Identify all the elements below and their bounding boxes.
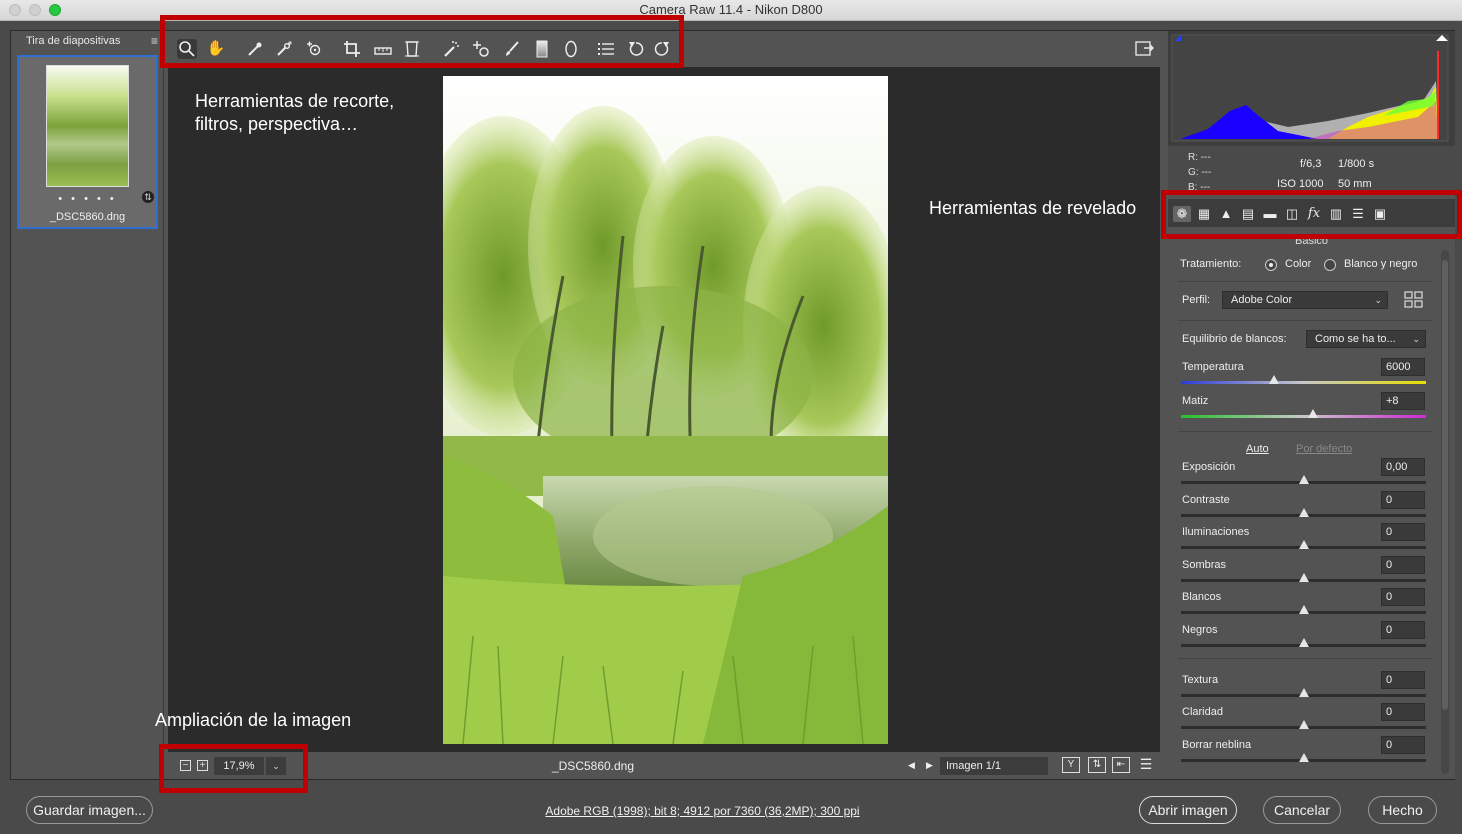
divider: [1178, 658, 1433, 659]
fullscreen-toggle-icon[interactable]: [1134, 39, 1154, 59]
image-canvas[interactable]: [168, 67, 1160, 752]
profile-label: Perfil:: [1182, 294, 1211, 306]
chevron-down-icon: ⌄: [1374, 295, 1382, 305]
done-button[interactable]: Hecho: [1368, 796, 1437, 824]
slider-value-field[interactable]: 0: [1381, 556, 1425, 574]
adjustments-panel: R: --- G: --- B: --- f/6,3 1/800 s ISO 1…: [1168, 31, 1455, 779]
filmstrip-panel: Tira de diapositivas ≡ • • • • • ⇅ _DSC5…: [11, 31, 164, 779]
copy-settings-icon[interactable]: ⇤: [1112, 757, 1130, 773]
divider: [1178, 431, 1433, 432]
annotation-box-zoom: [159, 744, 308, 793]
slider-label: Textura: [1182, 674, 1219, 686]
image-counter: Imagen 1/1: [940, 757, 1048, 775]
rating-dots[interactable]: • • • • •: [19, 193, 156, 205]
slider-value-field[interactable]: 0: [1381, 671, 1425, 689]
slider-thumb[interactable]: [1298, 688, 1309, 697]
auto-button[interactable]: Auto: [1246, 443, 1269, 455]
slider-thumb[interactable]: [1298, 573, 1309, 582]
treatment-color-radio[interactable]: [1265, 259, 1277, 271]
preview-photo: [443, 76, 888, 744]
slider-label: Exposición: [1182, 461, 1236, 473]
slider-thumb[interactable]: [1308, 409, 1319, 418]
treatment-color-label: Color: [1285, 258, 1312, 270]
histogram: [1168, 31, 1455, 146]
filmstrip-title: Tira de diapositivas: [26, 35, 121, 47]
profile-value: Adobe Color: [1231, 294, 1293, 306]
slider-track[interactable]: [1181, 381, 1426, 384]
status-filename: _DSC5860.dng: [551, 759, 635, 773]
slider-track[interactable]: [1181, 415, 1426, 418]
slider-value-field[interactable]: 0: [1381, 588, 1425, 606]
slider-thumb[interactable]: [1298, 475, 1309, 484]
slider-label: Temperatura: [1182, 361, 1244, 373]
r-value: ---: [1200, 152, 1211, 163]
thumbnail-filename: _DSC5860.dng: [49, 211, 126, 223]
slider-label: Matiz: [1182, 395, 1209, 407]
previous-image-icon[interactable]: ◀: [908, 760, 915, 771]
filmstrip-thumbnail[interactable]: • • • • • ⇅ _DSC5860.dng: [17, 55, 158, 229]
slider-label: Claridad: [1182, 706, 1223, 718]
white-balance-label: Equilibrio de blancos:: [1182, 333, 1287, 345]
focal-length: 50 mm: [1338, 178, 1372, 190]
slider-value-field[interactable]: 6000: [1381, 358, 1425, 376]
slider-value-field[interactable]: 0: [1381, 621, 1425, 639]
annotation-zoom-text: Ampliación de la imagen: [155, 710, 352, 730]
thumbnail-image: [46, 65, 129, 187]
treatment-label: Tratamiento:: [1180, 258, 1242, 270]
shutter-speed: 1/800 s: [1338, 158, 1375, 170]
slider-thumb[interactable]: [1298, 720, 1309, 729]
annotation-box-develop: [1161, 190, 1462, 239]
slider-thumb[interactable]: [1298, 638, 1309, 647]
slider-value-field[interactable]: +8: [1381, 392, 1425, 410]
slider-thumb[interactable]: [1298, 508, 1309, 517]
before-after-toggle-icon[interactable]: Y: [1062, 757, 1080, 773]
next-image-icon[interactable]: ▶: [926, 760, 933, 771]
iso: ISO 1000: [1277, 178, 1324, 190]
chevron-down-icon: ⌄: [1412, 334, 1420, 344]
filmstrip-menu-icon[interactable]: ≡: [151, 34, 158, 48]
slider-value-field[interactable]: 0: [1381, 491, 1425, 509]
white-balance-value: Como se ha to...: [1315, 333, 1396, 345]
white-balance-select[interactable]: Como se ha to... ⌄: [1306, 330, 1426, 348]
g-label: G:: [1188, 167, 1199, 178]
profile-select[interactable]: Adobe Color ⌄: [1222, 291, 1388, 309]
treatment-bw-radio[interactable]: [1324, 259, 1336, 271]
slider-label: Contraste: [1182, 494, 1230, 506]
slider-label: Negros: [1182, 624, 1218, 636]
slider-thumb[interactable]: [1298, 605, 1309, 614]
annotation-develop-text: Herramientas de revelado: [929, 198, 1137, 218]
slider-thumb[interactable]: [1298, 540, 1309, 549]
scrollbar-thumb[interactable]: [1442, 260, 1448, 710]
readout-panel: R: --- G: --- B: --- f/6,3 1/800 s ISO 1…: [1168, 146, 1455, 191]
annotation-box-tools: [160, 15, 684, 68]
slider-label: Blancos: [1182, 591, 1222, 603]
slider-value-field[interactable]: 0: [1381, 523, 1425, 541]
r-label: R:: [1188, 152, 1198, 163]
divider: [1178, 281, 1433, 282]
profile-browser-icon[interactable]: [1404, 291, 1424, 314]
slider-label: Borrar neblina: [1182, 739, 1252, 751]
divider: [1178, 320, 1433, 321]
g-value: ---: [1201, 167, 1212, 178]
slider-thumb[interactable]: [1269, 375, 1280, 384]
slider-label: Iluminaciones: [1182, 526, 1250, 538]
canvas-status-bar: − + 17,9% ⌄ _DSC5860.dng ◀ ▶ Imagen 1/1 …: [168, 752, 1160, 779]
slider-value-field[interactable]: 0: [1381, 736, 1425, 754]
slider-thumb[interactable]: [1298, 753, 1309, 762]
slider-value-field[interactable]: 0,00: [1381, 458, 1425, 476]
edited-badge-icon: ⇅: [142, 191, 154, 203]
treatment-bw-label: Blanco y negro: [1344, 258, 1418, 270]
slider-label: Sombras: [1182, 559, 1227, 571]
open-image-button[interactable]: Abrir imagen: [1139, 796, 1237, 824]
preview-preferences-icon[interactable]: ☰: [1137, 757, 1155, 773]
annotation-tools-text: Herramientas de recorte, filtros, perspe…: [195, 91, 395, 134]
cancel-button[interactable]: Cancelar: [1263, 796, 1341, 824]
slider-value-field[interactable]: 0: [1381, 703, 1425, 721]
aperture: f/6,3: [1300, 158, 1322, 170]
swap-settings-icon[interactable]: ⇅: [1088, 757, 1106, 773]
panel-scrollbar[interactable]: [1441, 250, 1449, 774]
default-button[interactable]: Por defecto: [1296, 443, 1352, 455]
